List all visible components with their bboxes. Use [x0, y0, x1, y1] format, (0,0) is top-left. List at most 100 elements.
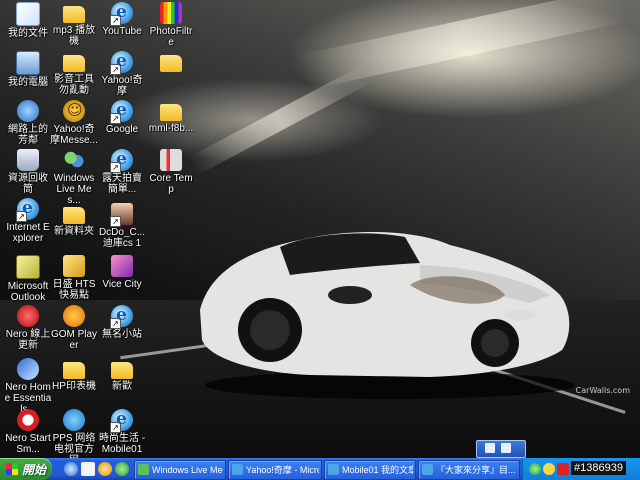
icon-label: Vice City — [102, 279, 142, 290]
vice-icon — [111, 255, 133, 277]
desktop-icon-fashion-life[interactable]: 時尚生活 - Mobile01 — [98, 409, 146, 455]
antivirus-tray-icon[interactable] — [557, 463, 569, 475]
taskbar: 開始 Windows Live Messe... Yahoo!奇摩 - Micr… — [0, 458, 640, 480]
icon-label: 網路上的芳鄰 — [8, 124, 48, 146]
icon-label: 我的文件 — [8, 28, 48, 39]
desktop-icon-mp3-player[interactable]: mp3 播放機 — [50, 2, 98, 47]
desktop-icon-recycle-bin[interactable]: 資源回收筒 — [4, 149, 52, 195]
folder-icon — [63, 55, 85, 72]
desktop-icon-windows-live-messenger[interactable]: Windows Live Mes... — [50, 149, 98, 206]
desktop-icon-mml-folder[interactable]: mml-f8b... — [147, 100, 195, 134]
messenger-icon — [138, 464, 149, 475]
start-label: 開始 — [22, 463, 47, 477]
desktop-icon-new-stuff[interactable]: 新歡 — [98, 358, 146, 392]
mypc-icon — [16, 51, 40, 75]
icon-label: YouTube — [102, 26, 142, 37]
quick-launch — [62, 461, 132, 477]
pps-icon — [63, 409, 85, 431]
help-icon[interactable] — [501, 443, 511, 453]
folder-icon — [160, 104, 182, 121]
icon-label: Internet Explorer — [6, 222, 50, 244]
desktop-icon-outlook[interactable]: Microsoft Outlook — [4, 255, 52, 303]
desktop-icon-youtube[interactable]: YouTube — [98, 2, 146, 37]
desktop-icon-yahoo-messenger[interactable]: Yahoo!奇摩Messe... — [50, 100, 98, 146]
gom-icon — [63, 305, 85, 327]
desktop-icon-hp-printer[interactable]: HP印表機 — [50, 358, 98, 392]
show-desktop-icon[interactable] — [81, 462, 95, 476]
task-label: Yahoo!奇摩 - Micros... — [246, 465, 319, 475]
docs-icon — [16, 2, 40, 26]
ie-icon — [110, 2, 133, 26]
desktop-icon-vice-city[interactable]: Vice City — [98, 255, 146, 290]
messenger-tray-icon[interactable] — [529, 463, 541, 475]
desktop-icon-lutian[interactable]: 露天拍賣 簡單... — [98, 149, 146, 195]
desktop-icon-google[interactable]: Google — [98, 100, 146, 135]
desktop-icon-new-folder[interactable]: 新資料夾 — [50, 203, 98, 237]
ie-icon — [110, 305, 133, 329]
desktop-icon-nero-home[interactable]: Nero Home Essentials... — [4, 358, 52, 415]
task-button-messenger[interactable]: Windows Live Messe... — [134, 460, 226, 480]
net-icon — [17, 100, 39, 122]
desktop-icon-network[interactable]: 網路上的芳鄰 — [4, 100, 52, 146]
nero-start-icon — [17, 409, 39, 431]
outlook-icon — [16, 255, 40, 279]
icon-label: 資源回收筒 — [8, 173, 48, 195]
icon-label: 我的電腦 — [8, 77, 48, 88]
icon-label: Nero StartSm... — [5, 433, 51, 455]
task-button-mobile01[interactable]: Mobile01 我的文章... — [324, 460, 416, 480]
desktop-icon-internet-explorer[interactable]: Internet Explorer — [4, 198, 52, 244]
keyboard-icon[interactable] — [485, 443, 495, 453]
desktop-icon-unnamed-site[interactable]: 無名小站 — [98, 305, 146, 340]
desktop-icon-nero-startsmart[interactable]: Nero StartSm... — [4, 409, 52, 455]
hts-icon — [63, 255, 85, 277]
task-label: 『大家來分享』目... — [436, 465, 516, 475]
desktop-icon-hts-easy[interactable]: 日盛 HTS 快易點 — [50, 255, 98, 301]
system-tray: #1386939 — [522, 458, 640, 480]
ie-icon[interactable] — [64, 462, 78, 476]
yahoo-icon — [63, 100, 85, 122]
ie-icon — [110, 409, 133, 433]
ie-icon — [328, 464, 339, 475]
language-bar[interactable] — [476, 440, 526, 458]
car-wallpaper — [200, 231, 575, 399]
msn-icon — [63, 149, 85, 171]
icon-label: 時尚生活 - Mobile01 — [98, 433, 146, 455]
icon-label: Nero 線上更新 — [5, 329, 51, 351]
start-button[interactable]: 開始 — [0, 458, 52, 480]
desktop-icon-yahoo-tw[interactable]: Yahoo!奇摩 — [98, 51, 146, 97]
folder-icon — [111, 362, 133, 379]
desktop-icon-core-temp[interactable]: Core Temp — [147, 149, 195, 195]
desktop-icon-gom-player[interactable]: GOM Player — [50, 305, 98, 351]
ie-icon — [422, 464, 433, 475]
desktop-icon-nero-update[interactable]: Nero 線上更新 — [4, 305, 52, 351]
icon-label: Yahoo!奇摩 — [101, 75, 143, 97]
task-button-share[interactable]: 『大家來分享』目... — [418, 460, 520, 480]
media-player-icon[interactable] — [98, 462, 112, 476]
light-beam — [187, 64, 373, 176]
icon-label: 影音工具 勿亂動 — [54, 74, 94, 96]
coretemp-icon — [160, 149, 182, 171]
task-button-yahoo[interactable]: Yahoo!奇摩 - Micros... — [228, 460, 322, 480]
ie-icon — [16, 198, 39, 222]
folder-icon — [160, 55, 182, 72]
icon-label: GOM Player — [50, 329, 98, 351]
icon-label: DcDo_C... 迪庫cs 1 — [98, 227, 146, 249]
icon-label: mml-f8b... — [148, 123, 194, 134]
icon-label: Yahoo!奇摩Messe... — [50, 124, 98, 146]
desktop-icon-av-tools[interactable]: 影音工具 勿亂動 — [50, 51, 98, 96]
wallpaper-watermark: CarWalls.com — [575, 386, 630, 395]
icon-label: PhotoFiltre — [149, 26, 193, 48]
tray-id-label: #1386939 — [571, 461, 626, 475]
desktop-icon-my-computer[interactable]: 我的電腦 — [4, 51, 52, 88]
icon-label: 日盛 HTS 快易點 — [52, 279, 96, 301]
task-label: Windows Live Messe... — [152, 465, 223, 475]
desktop-icon-blank-folder[interactable] — [147, 51, 195, 74]
desktop-icon-my-documents[interactable]: 我的文件 — [4, 2, 52, 39]
desktop-icon-dcdo[interactable]: DcDo_C... 迪庫cs 1 — [98, 203, 146, 249]
desktop-icon-photofiltre[interactable]: PhotoFiltre — [147, 2, 195, 48]
ie-icon — [110, 51, 133, 75]
icon-label: 新資料夾 — [54, 226, 94, 237]
yahoo-tray-icon[interactable] — [543, 463, 555, 475]
nero-home-icon — [17, 358, 39, 380]
messenger-icon[interactable] — [115, 462, 129, 476]
